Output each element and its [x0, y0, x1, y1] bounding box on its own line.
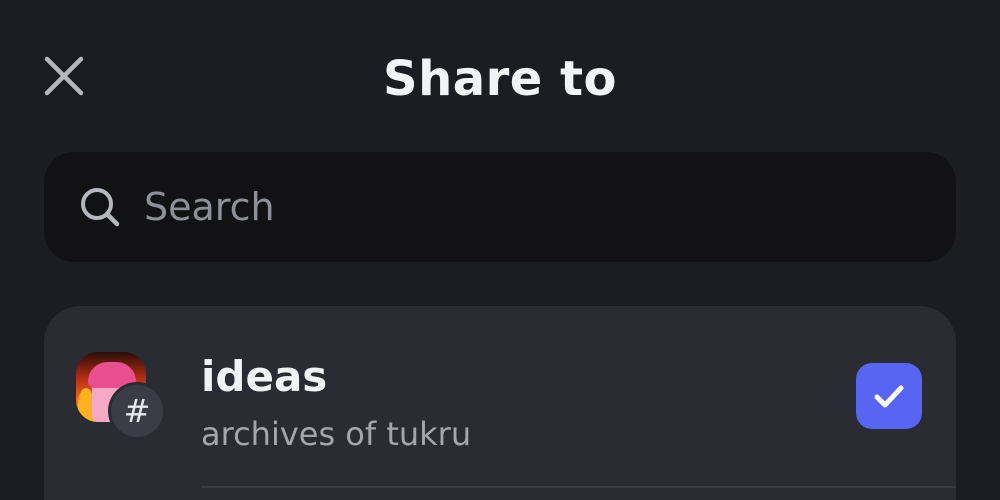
- search-icon: [78, 185, 122, 229]
- search-input[interactable]: [144, 185, 844, 229]
- search-bar[interactable]: [44, 152, 956, 262]
- page-title: Share to: [383, 51, 617, 107]
- check-icon: [874, 385, 904, 408]
- channel-list: # ideas archives of tukru: [44, 306, 956, 500]
- channel-name: ideas: [201, 352, 328, 401]
- select-checkbox[interactable]: [856, 363, 922, 429]
- channel-type-badge: #: [108, 382, 166, 440]
- channel-row-ideas[interactable]: # ideas archives of tukru: [44, 306, 956, 486]
- hash-icon: #: [111, 385, 163, 437]
- channel-server-name: archives of tukru: [201, 415, 472, 453]
- row-divider: [201, 486, 956, 488]
